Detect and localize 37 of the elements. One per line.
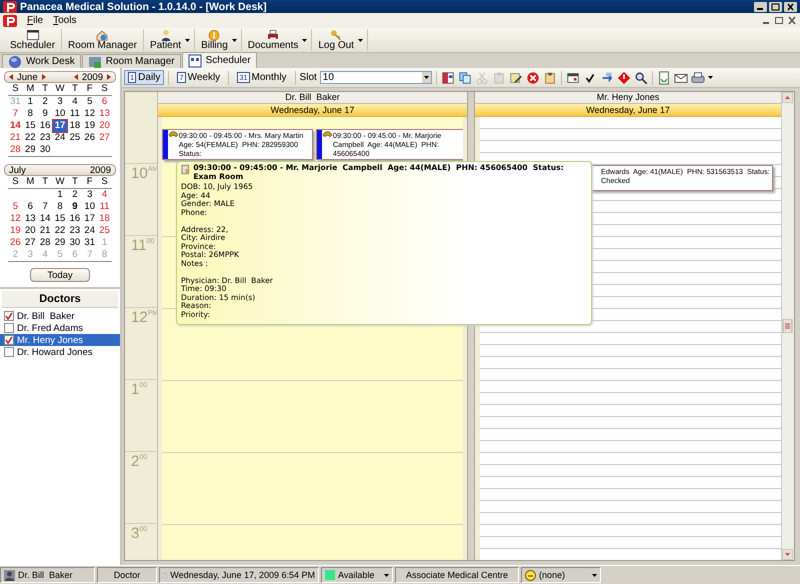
- column-header: Mr. Heny Jones: [475, 92, 781, 104]
- weekday-label: S: [97, 83, 112, 96]
- hour-label: 2: [131, 454, 140, 469]
- status-text: Wednesday, June 17, 2009 6:54 PM: [170, 570, 315, 580]
- weekday-label: F: [82, 176, 98, 189]
- weekday-label: S: [8, 83, 23, 96]
- column-header: Dr. Bill Baker: [158, 92, 467, 104]
- hour-label: 1: [131, 382, 140, 397]
- status-text: Associate Medical Centre: [406, 570, 508, 580]
- weekday-label: T: [38, 83, 53, 96]
- weekday-label: T: [38, 176, 53, 189]
- date-band: Wednesday, June 17: [158, 104, 467, 117]
- hour-label: 3: [131, 526, 140, 541]
- weekday-label: M: [22, 83, 38, 96]
- status-text: Doctor: [114, 570, 140, 580]
- weekday-label: W: [52, 176, 68, 189]
- hour-label: 11: [131, 238, 147, 253]
- status-text: Available: [338, 570, 376, 580]
- weekday-label: M: [22, 176, 38, 189]
- status-text: Dr. Bill Baker: [18, 570, 73, 580]
- window-title: Panacea Medical Solution - 1.0.14.0 - [Work Desk]: [20, 0, 268, 12]
- slot-label: Slot: [300, 72, 317, 83]
- status-text: (none): [539, 570, 566, 580]
- weekday-label: F: [82, 83, 98, 96]
- weekday-label: S: [8, 176, 23, 189]
- weekday-label: T: [67, 176, 82, 189]
- year-label: 2009: [82, 72, 103, 82]
- month-label: July: [9, 164, 26, 176]
- weekday-label: S: [97, 176, 112, 189]
- hour-label: 10: [131, 166, 148, 181]
- hour-label: 12: [131, 310, 148, 325]
- weekday-label: T: [67, 83, 82, 96]
- year-label: 2009: [90, 164, 111, 176]
- month-label: June: [17, 72, 38, 82]
- list-header: Doctors: [2, 291, 118, 308]
- date-band: Wednesday, June 17: [475, 104, 781, 117]
- weekday-label: W: [52, 83, 68, 96]
